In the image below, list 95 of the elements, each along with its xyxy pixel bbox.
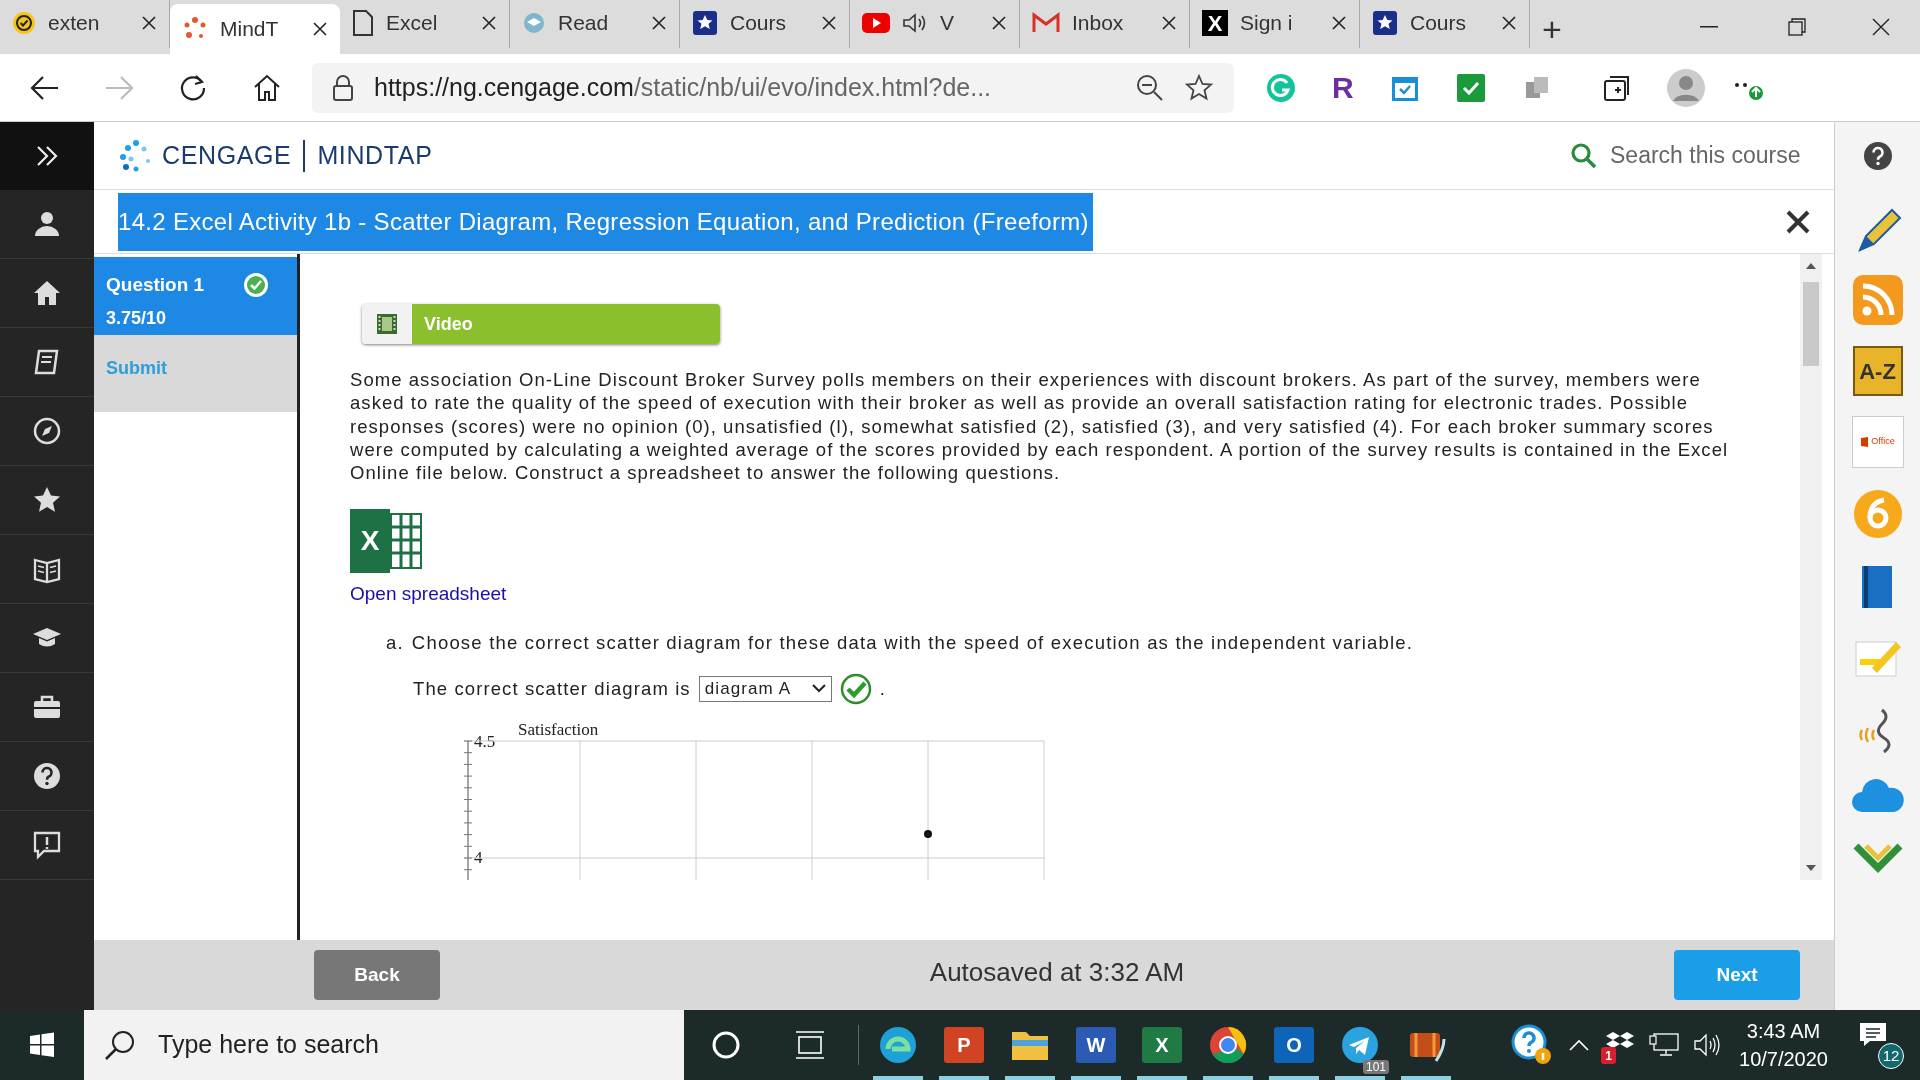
extension-button[interactable]: R [1332, 65, 1354, 110]
browser-tab[interactable]: X Sign i [1190, 0, 1360, 48]
play-icon [862, 13, 890, 33]
y-tick-label: 4.5 [474, 730, 496, 753]
letter-tile-icon: X [1202, 10, 1228, 36]
chevron-up-icon[interactable] [1569, 1039, 1589, 1051]
dictionary-icon[interactable]: A-Z [1852, 346, 1903, 396]
caret-icon [811, 684, 826, 694]
minimize-icon[interactable] [1700, 26, 1718, 28]
data-point [924, 829, 932, 838]
film-icon [376, 313, 398, 335]
close-icon[interactable] [312, 21, 328, 37]
help-info-icon[interactable] [1511, 1024, 1553, 1066]
reload-icon[interactable] [178, 72, 208, 103]
zoom-out-icon[interactable] [1136, 73, 1164, 102]
browser-tab[interactable]: exten [0, 0, 170, 48]
search-icon [104, 1029, 136, 1061]
close-icon[interactable] [1161, 15, 1177, 31]
expand-chevrons-icon[interactable] [35, 145, 59, 167]
person-icon[interactable] [32, 209, 62, 239]
address-bar[interactable]: https://ng.cengage.com/static/nb/ui/evo/index.html?de... [312, 62, 1234, 113]
back-arrow-icon[interactable] [30, 74, 60, 101]
answer-dropdown[interactable]: diagram A [698, 675, 832, 702]
envelope-icon [1032, 12, 1060, 34]
checkmark-icon[interactable] [1455, 72, 1486, 103]
scrollbar[interactable] [1800, 254, 1822, 880]
close-icon[interactable] [1786, 209, 1810, 234]
lock-icon [332, 73, 354, 102]
help-icon[interactable] [1861, 140, 1894, 172]
url-text: https://ng.cengage.com/static/nb/ui/evo/index.html?de... [374, 71, 993, 103]
check-circle-icon [12, 11, 36, 35]
product-name: MINDTAP [317, 139, 433, 171]
browser-tab[interactable]: V [850, 0, 1020, 48]
avatar-icon[interactable] [1665, 67, 1706, 108]
home-icon[interactable] [252, 72, 282, 103]
network-icon[interactable] [1649, 1032, 1679, 1058]
answer-lead-text: The correct scatter diagram is [413, 676, 691, 701]
volume-icon[interactable] [1693, 1032, 1721, 1058]
mail-icon[interactable]: O [1274, 1027, 1314, 1063]
document-icon [352, 10, 374, 36]
presentation-icon[interactable]: P [944, 1027, 984, 1063]
browser-tab[interactable]: Inbox [1020, 0, 1190, 48]
close-icon[interactable] [481, 15, 497, 31]
feedback-icon[interactable] [32, 830, 62, 860]
clock[interactable]: 3:43 AM 10/7/2020 [1739, 1017, 1828, 1073]
new-tab-button[interactable]: + [1542, 12, 1562, 46]
document-icon[interactable]: W [1076, 1027, 1116, 1063]
part-prompt: Choose the correct scatter diagram for these data with the speed of execution as the independent variable. [411, 631, 1414, 655]
star-outline-icon[interactable] [1184, 72, 1214, 103]
browser-tab[interactable]: Cours [680, 0, 850, 48]
activity-title: 14.2 Excel Activity 1b - Scatter Diagram, Regression Equation, and Prediction (Freeform) [118, 192, 1093, 251]
close-icon[interactable] [651, 15, 667, 31]
taskbar-search-box[interactable]: Type here to search [84, 1010, 684, 1080]
y-axis-label: Satisfaction [518, 718, 599, 741]
scroll-down-icon[interactable] [1805, 864, 1817, 872]
browser-tab[interactable]: MindT [170, 4, 340, 54]
cortana-icon[interactable] [711, 1030, 741, 1060]
count-badge: 101 [1362, 1060, 1389, 1074]
question-paragraph: Some association On-Line Discount Broker Survey polls members on their experiences with discount brokers. As part of the survey, members were asked to rate the quality of the speed of execution with their broker as well as provide an overall satisfaction rating for electronic trades. Possible responses (scores) were no opinion (0), unsatisfied (l), somewhat satisfied (2), satisfied (3), and very satisfied (4). For each broker summary scores were computed by calculating a weighted average of the scores provided by each respondent. A portion of the survey results is contained in the Excel Online file below. Construct a spreadsheet to answer the following questions. [350, 368, 1730, 485]
star-icon[interactable] [32, 485, 62, 515]
autosave-status: Autosaved at 3:32 AM [928, 955, 1186, 989]
scrollbar-thumb[interactable] [1803, 282, 1819, 366]
question-item[interactable]: Question 1 3.75/10 [94, 257, 297, 335]
restore-icon[interactable] [1788, 18, 1806, 36]
part-letter: a. [386, 631, 404, 655]
scroll-up-icon[interactable] [1805, 262, 1817, 270]
close-icon[interactable] [821, 15, 837, 31]
brand-name: CENGAGE [162, 139, 292, 171]
spreadsheet-icon[interactable]: X [1142, 1027, 1182, 1063]
help-icon[interactable] [32, 761, 62, 791]
task-view-icon[interactable] [795, 1031, 825, 1059]
circle-app-icon[interactable] [1208, 1025, 1248, 1065]
spreadsheet-link[interactable]: Open spreadsheet [350, 580, 507, 609]
browser-tab[interactable]: Excel [340, 0, 510, 48]
compass-icon[interactable] [32, 416, 62, 446]
answer-tail-text: . [879, 676, 886, 701]
search-icon[interactable] [1570, 141, 1598, 170]
back-button[interactable]: Back [314, 950, 440, 1000]
search-field[interactable]: Search this course [1610, 138, 1810, 173]
y-tick-label: 4 [474, 846, 483, 869]
office-tile[interactable]: Office [1851, 416, 1904, 468]
start-icon[interactable] [29, 1032, 55, 1058]
close-icon[interactable] [1331, 15, 1347, 31]
close-icon[interactable] [141, 15, 157, 31]
star-shield-icon [1372, 10, 1398, 36]
close-icon[interactable] [991, 15, 1007, 31]
star-shield-icon [692, 10, 718, 36]
home-icon[interactable] [32, 278, 62, 308]
swirl-icon[interactable] [878, 1025, 918, 1065]
browser-tab[interactable]: Read [510, 0, 680, 48]
browser-tab[interactable]: Cours [1360, 0, 1530, 48]
door-icon [1860, 436, 1870, 448]
close-icon[interactable] [1501, 15, 1517, 31]
close-icon[interactable] [1872, 18, 1890, 36]
taskbar-search-field[interactable]: Type here to search [158, 1026, 664, 1064]
